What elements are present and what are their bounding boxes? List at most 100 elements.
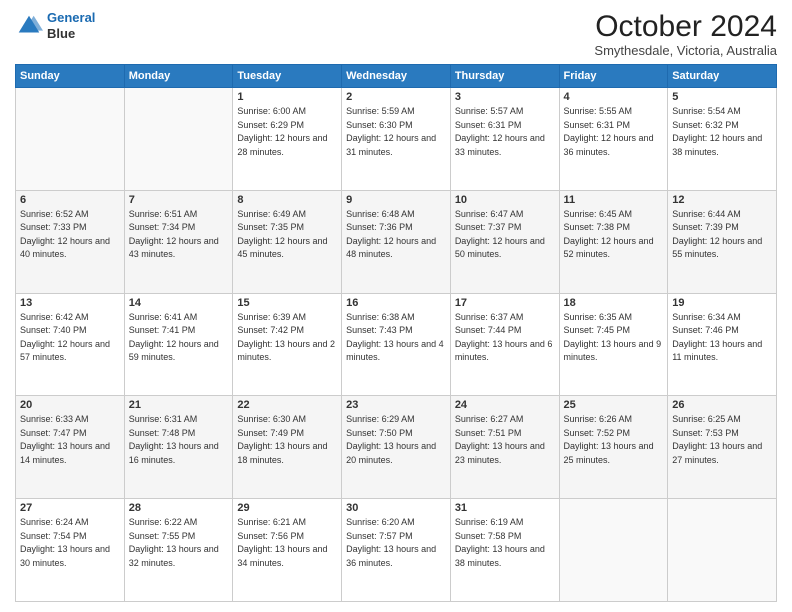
day-info-line: Sunrise: 6:47 AM	[455, 208, 555, 222]
day-info-line: Sunrise: 6:22 AM	[129, 516, 229, 530]
calendar-cell: 18 Sunrise: 6:35 AMSunset: 7:45 PMDayligh…	[559, 293, 668, 396]
day-info-line: Daylight: 13 hours and 18 minutes.	[237, 440, 337, 467]
day-info-line: Sunrise: 6:24 AM	[20, 516, 120, 530]
day-info: Sunrise: 6:39 AMSunset: 7:42 PMDaylight:…	[237, 311, 337, 365]
header: General Blue October 2024 Smythesdale, V…	[15, 10, 777, 58]
day-info-line: Daylight: 13 hours and 4 minutes.	[346, 338, 446, 365]
calendar-cell	[16, 88, 125, 191]
day-info-line: Sunset: 7:55 PM	[129, 530, 229, 544]
calendar-header-wednesday: Wednesday	[342, 65, 451, 88]
logo: General Blue	[15, 10, 95, 41]
day-info-line: Sunrise: 6:41 AM	[129, 311, 229, 325]
day-info: Sunrise: 6:47 AMSunset: 7:37 PMDaylight:…	[455, 208, 555, 262]
calendar-cell: 2 Sunrise: 5:59 AMSunset: 6:30 PMDaylight…	[342, 88, 451, 191]
calendar-cell: 19Sunrise: 6:34 AMSunset: 7:46 PMDayligh…	[668, 293, 777, 396]
day-info-line: Sunrise: 5:54 AM	[672, 105, 772, 119]
day-info-line: Sunset: 7:50 PM	[346, 427, 446, 441]
day-number: 7	[129, 194, 229, 206]
day-number: 2	[346, 91, 446, 103]
calendar-cell: 12Sunrise: 6:44 AMSunset: 7:39 PMDayligh…	[668, 190, 777, 293]
day-info-line: Sunrise: 6:39 AM	[237, 311, 337, 325]
calendar-cell	[668, 499, 777, 602]
calendar-cell: 10 Sunrise: 6:47 AMSunset: 7:37 PMDayligh…	[450, 190, 559, 293]
calendar-header-monday: Monday	[124, 65, 233, 88]
day-info-line: Sunset: 7:51 PM	[455, 427, 555, 441]
day-number: 27	[20, 502, 120, 514]
day-number: 23	[346, 399, 446, 411]
day-info-line: Sunset: 7:41 PM	[129, 324, 229, 338]
day-info-line: Daylight: 12 hours and 40 minutes.	[20, 235, 120, 262]
calendar-cell: 17Sunrise: 6:37 AMSunset: 7:44 PMDayligh…	[450, 293, 559, 396]
calendar-cell: 8Sunrise: 6:49 AMSunset: 7:35 PMDaylight…	[233, 190, 342, 293]
day-number: 1	[237, 91, 337, 103]
day-info-line: Daylight: 13 hours and 23 minutes.	[455, 440, 555, 467]
day-number: 10	[455, 194, 555, 206]
day-info-line: Sunset: 7:48 PM	[129, 427, 229, 441]
day-info-line: Daylight: 13 hours and 16 minutes.	[129, 440, 229, 467]
day-info: Sunrise: 6:00 AMSunset: 6:29 PMDaylight:…	[237, 105, 337, 159]
calendar-week-row: 27Sunrise: 6:24 AMSunset: 7:54 PMDayligh…	[16, 499, 777, 602]
calendar-cell: 28Sunrise: 6:22 AMSunset: 7:55 PMDayligh…	[124, 499, 233, 602]
day-number: 11	[564, 194, 664, 206]
day-info-line: Daylight: 13 hours and 2 minutes.	[237, 338, 337, 365]
calendar-cell: 20Sunrise: 6:33 AMSunset: 7:47 PMDayligh…	[16, 396, 125, 499]
day-info-line: Sunset: 7:49 PM	[237, 427, 337, 441]
day-number: 18	[564, 297, 664, 309]
day-info-line: Sunset: 7:34 PM	[129, 221, 229, 235]
day-info: Sunrise: 6:33 AMSunset: 7:47 PMDaylight:…	[20, 413, 120, 467]
day-info-line: Daylight: 12 hours and 36 minutes.	[564, 132, 664, 159]
day-info-line: Sunset: 7:58 PM	[455, 530, 555, 544]
day-info-line: Sunset: 7:56 PM	[237, 530, 337, 544]
page: General Blue October 2024 Smythesdale, V…	[0, 0, 792, 612]
calendar-cell: 25 Sunrise: 6:26 AMSunset: 7:52 PMDayligh…	[559, 396, 668, 499]
calendar-cell: 3Sunrise: 5:57 AMSunset: 6:31 PMDaylight…	[450, 88, 559, 191]
day-info-line: Sunset: 6:31 PM	[455, 119, 555, 133]
calendar-cell: 30 Sunrise: 6:20 AMSunset: 7:57 PMDayligh…	[342, 499, 451, 602]
day-info-line: Sunrise: 6:00 AM	[237, 105, 337, 119]
day-number: 30	[346, 502, 446, 514]
day-info-line: Sunrise: 6:19 AM	[455, 516, 555, 530]
day-info-line: Daylight: 12 hours and 28 minutes.	[237, 132, 337, 159]
day-info: Sunrise: 6:19 AMSunset: 7:58 PMDaylight:…	[455, 516, 555, 570]
day-info: Sunrise: 6:30 AMSunset: 7:49 PMDaylight:…	[237, 413, 337, 467]
day-info-line: Sunset: 7:54 PM	[20, 530, 120, 544]
day-info: Sunrise: 6:20 AMSunset: 7:57 PMDaylight:…	[346, 516, 446, 570]
day-info: Sunrise: 5:54 AMSunset: 6:32 PMDaylight:…	[672, 105, 772, 159]
day-number: 16	[346, 297, 446, 309]
day-info-line: Sunrise: 6:30 AM	[237, 413, 337, 427]
main-title: October 2024	[594, 10, 777, 43]
day-info-line: Sunrise: 6:37 AM	[455, 311, 555, 325]
day-info-line: Daylight: 12 hours and 55 minutes.	[672, 235, 772, 262]
day-info: Sunrise: 6:29 AMSunset: 7:50 PMDaylight:…	[346, 413, 446, 467]
day-number: 4	[564, 91, 664, 103]
day-number: 8	[237, 194, 337, 206]
logo-line2: Blue	[47, 26, 95, 42]
day-info-line: Daylight: 12 hours and 59 minutes.	[129, 338, 229, 365]
day-number: 17	[455, 297, 555, 309]
day-info-line: Sunrise: 6:27 AM	[455, 413, 555, 427]
calendar-header-thursday: Thursday	[450, 65, 559, 88]
day-info-line: Daylight: 13 hours and 30 minutes.	[20, 543, 120, 570]
day-number: 13	[20, 297, 120, 309]
day-info: Sunrise: 6:35 AMSunset: 7:45 PMDaylight:…	[564, 311, 664, 365]
day-number: 25	[564, 399, 664, 411]
day-info-line: Sunrise: 6:29 AM	[346, 413, 446, 427]
day-info-line: Sunrise: 6:34 AM	[672, 311, 772, 325]
day-info-line: Sunrise: 5:57 AM	[455, 105, 555, 119]
logo-icon	[15, 12, 43, 40]
day-info-line: Daylight: 12 hours and 43 minutes.	[129, 235, 229, 262]
calendar-cell: 29Sunrise: 6:21 AMSunset: 7:56 PMDayligh…	[233, 499, 342, 602]
day-info: Sunrise: 6:26 AMSunset: 7:52 PMDaylight:…	[564, 413, 664, 467]
logo-line1: General	[47, 10, 95, 25]
calendar-cell: 26Sunrise: 6:25 AMSunset: 7:53 PMDayligh…	[668, 396, 777, 499]
day-info-line: Sunrise: 6:26 AM	[564, 413, 664, 427]
day-info-line: Daylight: 12 hours and 48 minutes.	[346, 235, 446, 262]
calendar-cell: 9Sunrise: 6:48 AMSunset: 7:36 PMDaylight…	[342, 190, 451, 293]
day-info-line: Sunset: 7:37 PM	[455, 221, 555, 235]
day-info-line: Sunset: 6:31 PM	[564, 119, 664, 133]
day-info-line: Sunrise: 5:59 AM	[346, 105, 446, 119]
day-info-line: Sunset: 7:43 PM	[346, 324, 446, 338]
calendar-week-row: 6Sunrise: 6:52 AMSunset: 7:33 PMDaylight…	[16, 190, 777, 293]
day-info: Sunrise: 5:59 AMSunset: 6:30 PMDaylight:…	[346, 105, 446, 159]
day-info-line: Daylight: 13 hours and 34 minutes.	[237, 543, 337, 570]
